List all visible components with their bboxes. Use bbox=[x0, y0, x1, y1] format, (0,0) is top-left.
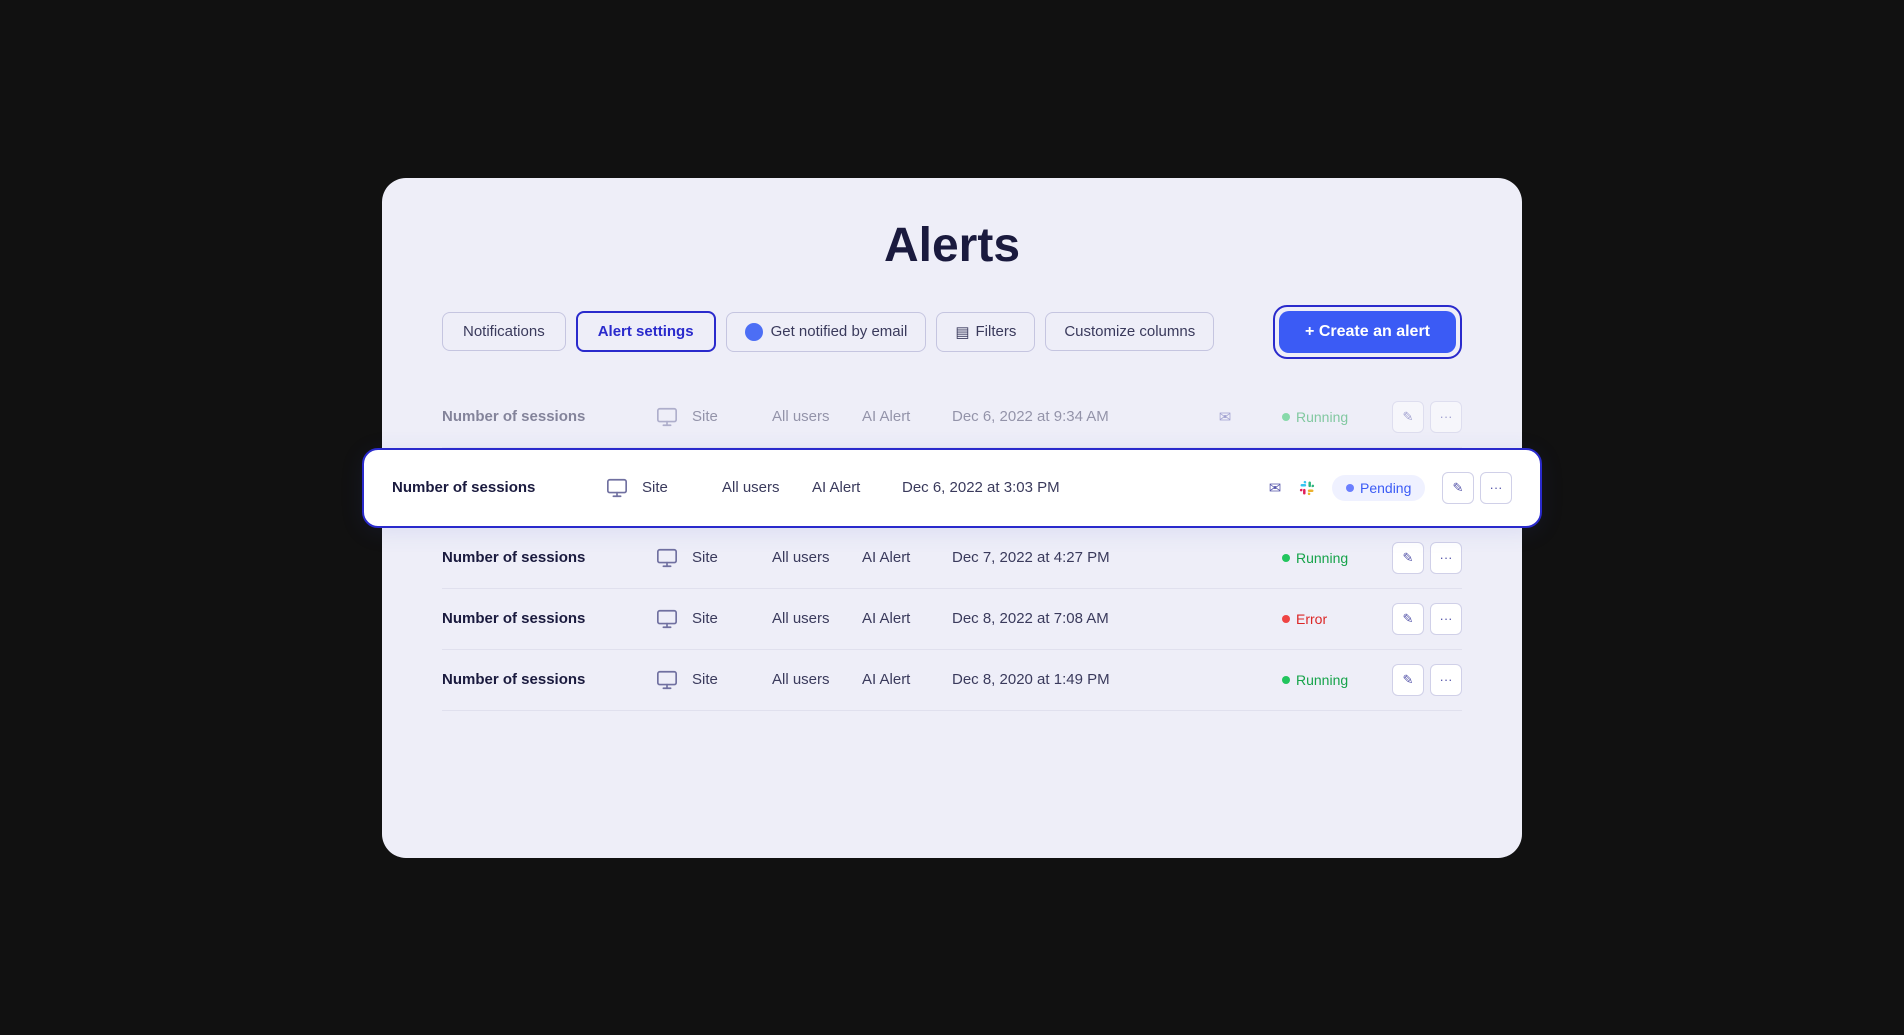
status-label: Error bbox=[1296, 611, 1327, 627]
table-row: Number of sessions Site All users AI Ale… bbox=[442, 650, 1462, 711]
monitor-icon bbox=[642, 406, 692, 428]
alert-type: AI Alert bbox=[862, 549, 952, 566]
create-alert-wrapper: + Create an alert bbox=[1273, 305, 1462, 359]
filters-label: Filters bbox=[976, 323, 1017, 340]
status-container: Running bbox=[1282, 409, 1392, 425]
table-row: Number of sessions Site All users AI Ale… bbox=[442, 589, 1462, 650]
alert-users: All users bbox=[722, 479, 812, 496]
alert-type: AI Alert bbox=[862, 408, 952, 425]
more-button[interactable]: ··· bbox=[1480, 472, 1512, 504]
tab-alert-settings[interactable]: Alert settings bbox=[576, 311, 716, 352]
alert-type: AI Alert bbox=[862, 610, 952, 627]
alert-users: All users bbox=[772, 408, 862, 425]
status-dot bbox=[1282, 676, 1290, 684]
alert-name: Number of sessions bbox=[392, 479, 592, 496]
more-button[interactable]: ··· bbox=[1430, 401, 1462, 433]
alert-users: All users bbox=[772, 549, 862, 566]
email-toggle-button[interactable]: Get notified by email bbox=[726, 312, 927, 352]
tab-notifications[interactable]: Notifications bbox=[442, 312, 566, 351]
status-label: Running bbox=[1296, 550, 1348, 566]
status-container: Error bbox=[1282, 611, 1392, 627]
status-container: Pending bbox=[1332, 475, 1442, 501]
filter-icon: ▤ bbox=[955, 323, 969, 341]
alert-date: Dec 7, 2022 at 4:27 PM bbox=[952, 549, 1212, 566]
alert-site: Site bbox=[692, 671, 772, 688]
slack-icon bbox=[1294, 475, 1320, 501]
alert-site: Site bbox=[692, 408, 772, 425]
alert-type: AI Alert bbox=[862, 671, 952, 688]
alert-name: Number of sessions bbox=[442, 610, 642, 627]
edit-button[interactable]: ✎ bbox=[1392, 664, 1424, 696]
page-title: Alerts bbox=[442, 218, 1462, 273]
status-dot bbox=[1282, 413, 1290, 421]
alert-name: Number of sessions bbox=[442, 549, 642, 566]
status-dot bbox=[1346, 484, 1354, 492]
row-actions: ✎ ··· bbox=[1392, 664, 1462, 696]
alert-date: Dec 8, 2020 at 1:49 PM bbox=[952, 671, 1212, 688]
alert-date: Dec 6, 2022 at 3:03 PM bbox=[902, 479, 1262, 496]
customize-columns-button[interactable]: Customize columns bbox=[1045, 312, 1214, 351]
alert-users: All users bbox=[772, 671, 862, 688]
status-label: Running bbox=[1296, 672, 1348, 688]
more-button[interactable]: ··· bbox=[1430, 664, 1462, 696]
alert-date: Dec 8, 2022 at 7:08 AM bbox=[952, 610, 1212, 627]
edit-button[interactable]: ✎ bbox=[1392, 401, 1424, 433]
row-actions: ✎ ··· bbox=[1442, 472, 1512, 504]
filters-button[interactable]: ▤ Filters bbox=[936, 312, 1035, 352]
main-card: Alerts Notifications Alert settings Get … bbox=[382, 178, 1522, 858]
table-row: Number of sessions Site All users AI Ale… bbox=[442, 387, 1462, 448]
edit-button[interactable]: ✎ bbox=[1442, 472, 1474, 504]
alert-site: Site bbox=[692, 610, 772, 627]
status-label: Pending bbox=[1360, 480, 1411, 496]
status-dot bbox=[1282, 554, 1290, 562]
monitor-icon bbox=[642, 669, 692, 691]
table-row: Number of sessions Site All users AI Ale… bbox=[442, 528, 1462, 589]
create-alert-button[interactable]: + Create an alert bbox=[1279, 311, 1456, 353]
alert-name: Number of sessions bbox=[442, 408, 642, 425]
row-actions: ✎ ··· bbox=[1392, 603, 1462, 635]
status-label: Running bbox=[1296, 409, 1348, 425]
more-button[interactable]: ··· bbox=[1430, 542, 1462, 574]
alert-date: Dec 6, 2022 at 9:34 AM bbox=[952, 408, 1212, 425]
edit-button[interactable]: ✎ bbox=[1392, 542, 1424, 574]
alert-name: Number of sessions bbox=[442, 671, 642, 688]
email-toggle-label: Get notified by email bbox=[771, 323, 908, 340]
monitor-icon bbox=[592, 477, 642, 499]
table-row: Number of sessions Site All users AI Ale… bbox=[362, 448, 1542, 528]
status-badge: Pending bbox=[1332, 475, 1425, 501]
alert-users: All users bbox=[772, 610, 862, 627]
alert-site: Site bbox=[692, 549, 772, 566]
status-container: Running bbox=[1282, 550, 1392, 566]
alerts-table: Number of sessions Site All users AI Ale… bbox=[442, 387, 1462, 711]
customize-label: Customize columns bbox=[1064, 323, 1195, 340]
notification-icons: ✉ bbox=[1262, 475, 1332, 501]
alert-site: Site bbox=[642, 479, 722, 496]
notification-icons: ✉ bbox=[1212, 404, 1282, 430]
email-icon: ✉ bbox=[1262, 475, 1288, 501]
row-actions: ✎ ··· bbox=[1392, 542, 1462, 574]
alert-type: AI Alert bbox=[812, 479, 902, 496]
edit-button[interactable]: ✎ bbox=[1392, 603, 1424, 635]
status-container: Running bbox=[1282, 672, 1392, 688]
monitor-icon bbox=[642, 547, 692, 569]
status-dot bbox=[1282, 615, 1290, 623]
toolbar: Notifications Alert settings Get notifie… bbox=[442, 305, 1462, 359]
create-alert-label: + Create an alert bbox=[1305, 323, 1430, 341]
toggle-dot bbox=[745, 323, 763, 341]
monitor-icon bbox=[642, 608, 692, 630]
row-actions: ✎ ··· bbox=[1392, 401, 1462, 433]
email-icon: ✉ bbox=[1212, 404, 1238, 430]
more-button[interactable]: ··· bbox=[1430, 603, 1462, 635]
